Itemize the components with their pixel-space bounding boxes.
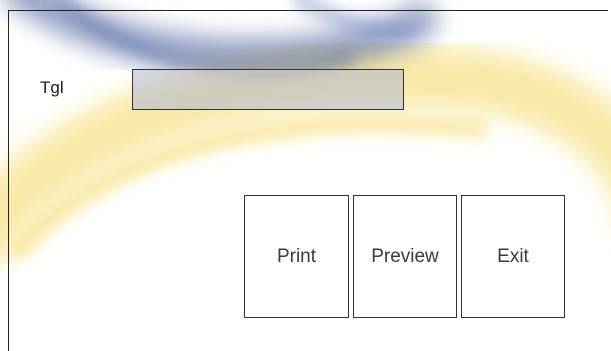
- report-form-window: Tgl Print Preview Exit: [0, 0, 611, 351]
- frame-top-border: [8, 10, 608, 11]
- frame-left-border: [8, 10, 9, 351]
- exit-button[interactable]: Exit: [461, 195, 565, 318]
- date-input[interactable]: [132, 69, 404, 110]
- date-label: Tgl: [40, 78, 64, 97]
- preview-button[interactable]: Preview: [353, 195, 457, 318]
- print-button[interactable]: Print: [244, 195, 349, 318]
